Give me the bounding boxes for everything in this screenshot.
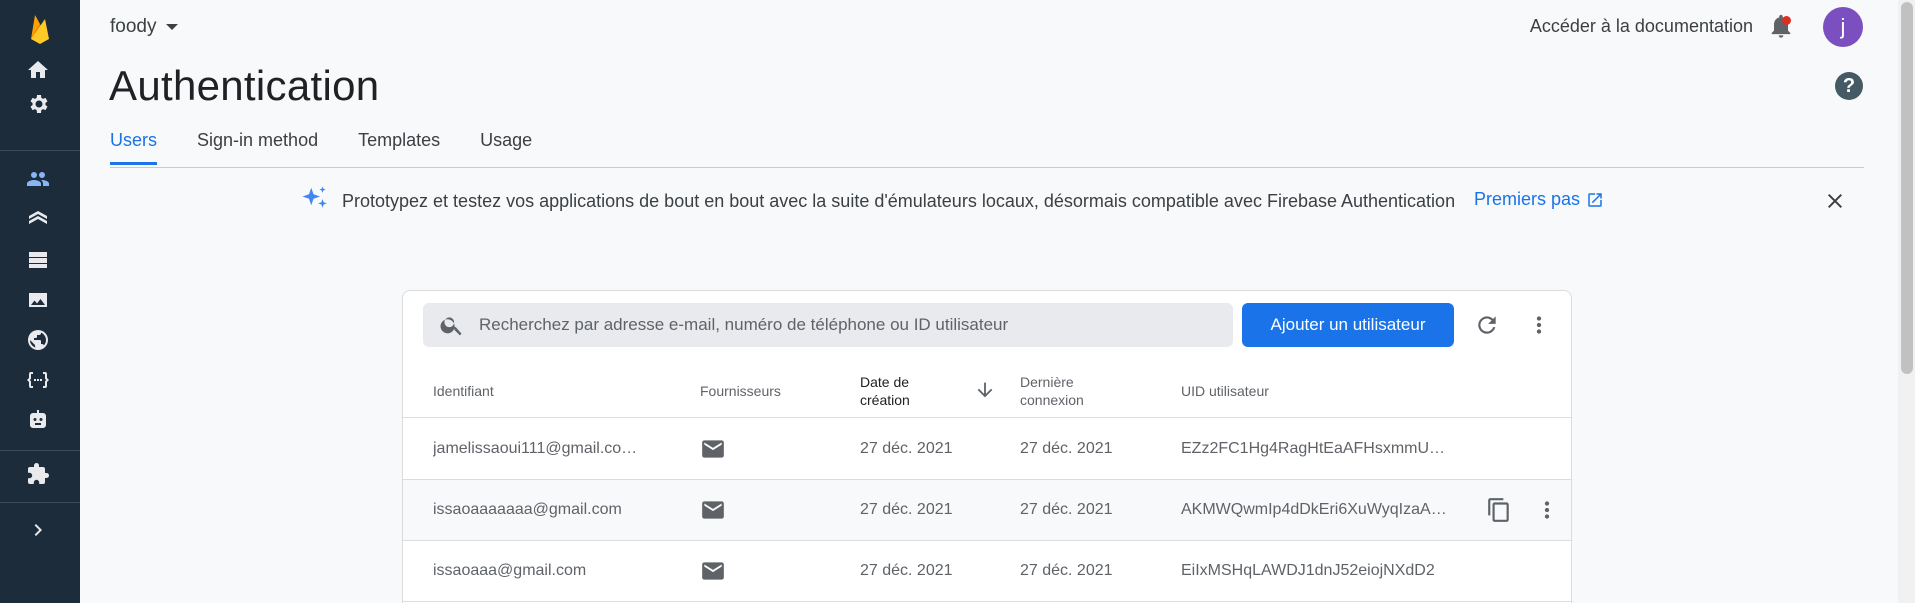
mail-icon: [700, 480, 726, 540]
close-icon[interactable]: [1820, 186, 1850, 216]
column-uid[interactable]: UID utilisateur: [1181, 363, 1269, 418]
expand-icon[interactable]: [22, 514, 54, 546]
banner-text: Prototypez et testez vos applications de…: [342, 191, 1456, 211]
cell-identifier: issaoaaaaaaa@gmail.com: [433, 501, 622, 518]
tab-sign-in-method[interactable]: Sign-in method: [197, 130, 318, 165]
home-icon[interactable]: [22, 54, 54, 86]
project-name: foody: [110, 16, 157, 37]
get-started-label: Premiers pas: [1474, 189, 1581, 209]
extensions-icon[interactable]: [22, 458, 54, 490]
table-header: Identifiant Fournisseurs Date de créatio…: [403, 363, 1571, 418]
more-vert-icon[interactable]: [1523, 309, 1555, 341]
refresh-icon[interactable]: [1471, 309, 1503, 341]
authentication-icon[interactable]: [22, 163, 54, 195]
notification-dot: [1782, 16, 1791, 25]
firestore-icon[interactable]: [22, 203, 54, 235]
cell-created: 27 déc. 2021: [860, 562, 953, 579]
row-more-vert-icon[interactable]: [1531, 494, 1563, 526]
arrow-down-icon[interactable]: [974, 379, 996, 401]
column-providers[interactable]: Fournisseurs: [700, 363, 781, 418]
table-row[interactable]: jamelissaoui111@gmail.co… 27 déc. 2021 2…: [403, 419, 1571, 480]
sidebar: [0, 0, 80, 603]
settings-icon[interactable]: [22, 88, 54, 120]
column-last-login[interactable]: Dernière connexion: [1020, 363, 1084, 418]
column-identifier[interactable]: Identifiant: [433, 363, 494, 418]
cell-uid: EZz2FC1Hg4RagHtEaAFHsxmmU…: [1181, 440, 1446, 457]
tab-bar: Users Sign-in method Templates Usage: [110, 130, 532, 165]
copy-icon[interactable]: [1483, 494, 1515, 526]
column-last-login-line2: connexion: [1020, 391, 1084, 408]
cell-identifier: jamelissaoui111@gmail.co…: [433, 440, 638, 457]
search-input[interactable]: [479, 315, 1219, 335]
get-started-link[interactable]: Premiers pas: [1474, 189, 1604, 210]
scrollbar-thumb[interactable]: [1901, 2, 1913, 374]
table-row[interactable]: issaoaaaaaaa@gmail.com 27 déc. 2021 27 d…: [403, 480, 1571, 541]
column-created[interactable]: Date de création: [860, 363, 910, 418]
emulator-banner: Prototypez et testez vos applications de…: [300, 184, 1455, 219]
cell-uid: EiIxMSHqLAWDJ1dnJ52eiojNXdD2: [1181, 562, 1435, 579]
sidebar-divider: [0, 450, 80, 451]
search-bar: [423, 303, 1233, 347]
sidebar-divider: [0, 150, 80, 151]
help-icon[interactable]: ?: [1835, 72, 1863, 100]
column-last-login-line1: Dernière: [1020, 373, 1074, 390]
add-user-button[interactable]: Ajouter un utilisateur: [1242, 303, 1454, 347]
firebase-logo-icon[interactable]: [20, 8, 60, 48]
realtime-database-icon[interactable]: [22, 244, 54, 276]
cell-last-login: 27 déc. 2021: [1020, 440, 1113, 457]
sidebar-divider: [0, 502, 80, 503]
tab-users[interactable]: Users: [110, 130, 158, 165]
avatar[interactable]: j: [1823, 7, 1863, 47]
page-scrollbar[interactable]: [1898, 0, 1915, 603]
sparkle-icon: [300, 184, 330, 219]
machine-learning-icon[interactable]: [22, 404, 54, 436]
users-card: Ajouter un utilisateur Identifiant Fourn…: [402, 290, 1572, 603]
open-in-new-icon: [1588, 192, 1602, 207]
tab-templates[interactable]: Templates: [358, 130, 440, 165]
cell-created: 27 déc. 2021: [860, 440, 953, 457]
chevron-down-icon: [166, 24, 179, 30]
functions-icon[interactable]: [22, 364, 54, 396]
notification-bell-icon[interactable]: [1767, 12, 1795, 40]
cell-last-login: 27 déc. 2021: [1020, 501, 1113, 518]
mail-icon: [700, 541, 726, 601]
page-title: Authentication: [109, 62, 380, 109]
mail-icon: [700, 419, 726, 479]
search-icon: [440, 317, 462, 336]
column-created-line1: Date de: [860, 373, 910, 390]
cell-uid: AKMWQwmIp4dDkEri6XuWyqIzaA…: [1181, 501, 1447, 518]
cell-created: 27 déc. 2021: [860, 501, 953, 518]
table-row[interactable]: issaoaaa@gmail.com 27 déc. 2021 27 déc. …: [403, 541, 1571, 602]
column-created-line2: création: [860, 391, 910, 408]
storage-icon[interactable]: [22, 284, 54, 316]
docs-link[interactable]: Accéder à la documentation: [1530, 16, 1753, 37]
hosting-icon[interactable]: [22, 324, 54, 356]
cell-last-login: 27 déc. 2021: [1020, 562, 1113, 579]
project-selector[interactable]: foody: [110, 16, 179, 38]
cell-identifier: issaoaaa@gmail.com: [433, 562, 587, 579]
tabs-divider: [110, 167, 1864, 168]
tab-usage[interactable]: Usage: [480, 130, 532, 165]
